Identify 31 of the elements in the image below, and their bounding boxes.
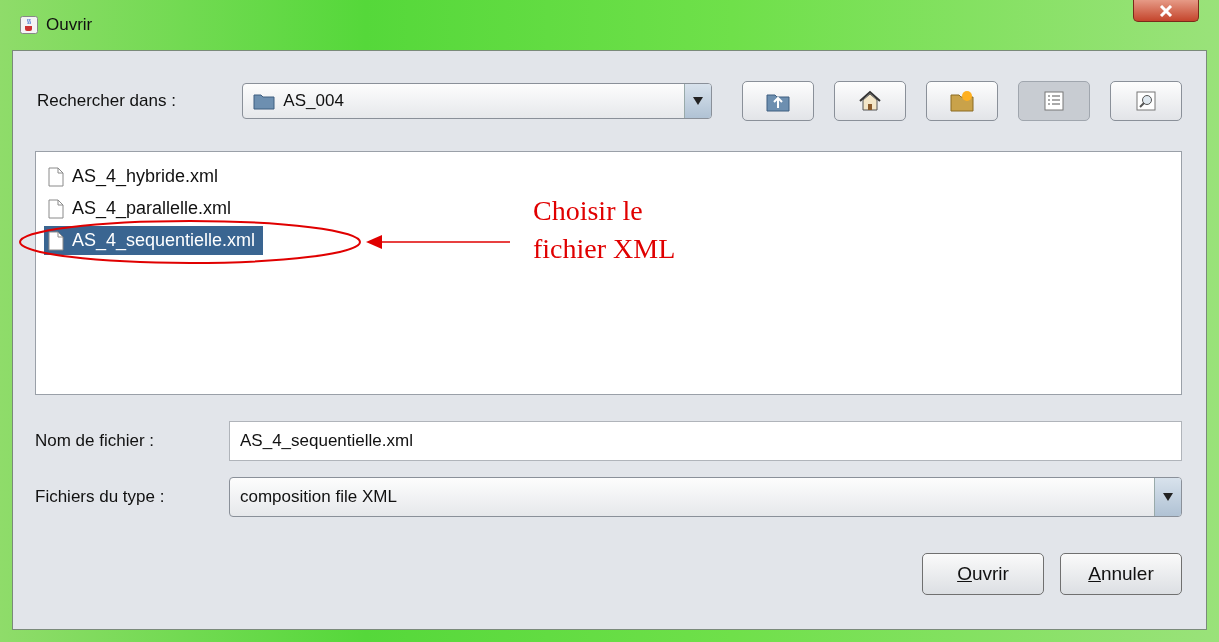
look-in-dropdown[interactable]: AS_004 xyxy=(242,83,712,119)
caret-icon xyxy=(1163,493,1173,501)
look-in-label: Rechercher dans : xyxy=(37,91,177,111)
document-icon xyxy=(48,166,64,187)
cancel-button[interactable]: Annuler xyxy=(1060,553,1182,595)
cup-icon xyxy=(20,16,38,34)
close-button[interactable] xyxy=(1133,0,1199,22)
file-name-field[interactable]: AS_4_sequentielle.xml xyxy=(229,421,1182,461)
house-icon xyxy=(858,90,882,112)
folder-icon xyxy=(253,92,276,110)
list-button[interactable] xyxy=(1018,81,1090,121)
document-icon xyxy=(48,198,64,219)
new-folder-button[interactable] xyxy=(926,81,998,121)
up-button[interactable] xyxy=(742,81,814,121)
annotation-text: Choisir le fichier XML xyxy=(533,194,677,266)
new-folder-icon xyxy=(950,90,974,112)
file-item[interactable]: AS_4_sequentielle.xml xyxy=(44,226,264,255)
open-button[interactable]: Ouvrir xyxy=(922,553,1044,595)
list-icon xyxy=(1044,91,1064,111)
file-type-label: Fichiers du type : xyxy=(35,487,166,507)
file-type-dropdown[interactable]: composition file XML xyxy=(229,477,1182,517)
close-icon xyxy=(1159,4,1173,17)
file-item[interactable]: AS_4_hybride.xml xyxy=(44,162,227,191)
file-name-label: Nom de fichier : xyxy=(35,431,156,451)
window-title: Ouvrir xyxy=(46,15,93,35)
file-item[interactable]: AS_4_parallelle.xml xyxy=(44,194,240,223)
caret-icon xyxy=(693,97,703,105)
magnifier-icon xyxy=(1136,91,1156,111)
home-button[interactable] xyxy=(834,81,906,121)
document-icon xyxy=(48,230,64,251)
details-button[interactable] xyxy=(1110,81,1182,121)
